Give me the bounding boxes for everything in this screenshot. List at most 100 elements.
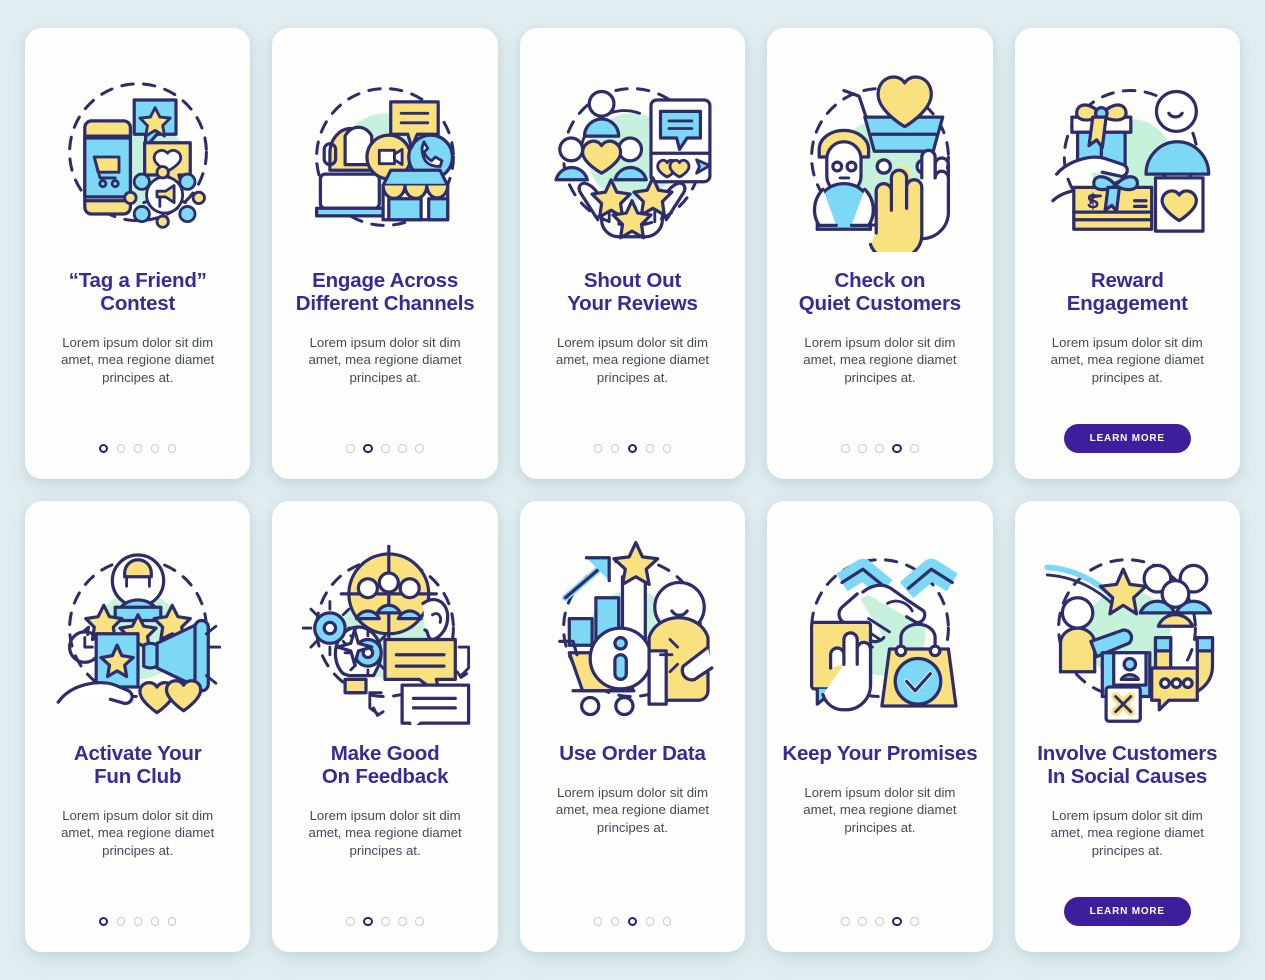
fan-stars-megaphone-hearts-icon: [43, 535, 233, 725]
card-title-line: Use Order Data: [559, 742, 706, 765]
card-title: Engage Across Different Channels: [295, 269, 475, 316]
card-title-line: In Social Causes: [1047, 764, 1208, 788]
pagination-dot[interactable]: [150, 444, 160, 453]
card-footer: [39, 916, 236, 933]
pagination-dot[interactable]: [875, 444, 884, 453]
pagination-dot[interactable]: [841, 917, 850, 926]
card-footer: [781, 443, 978, 460]
card-title: Keep Your Promises: [782, 742, 978, 766]
card-footer: LEARN MORE: [1029, 897, 1226, 932]
card-title-line: Engage Across: [312, 269, 459, 292]
pagination-dot[interactable]: [150, 917, 160, 926]
card-footer: [534, 916, 731, 933]
onboarding-card-check-on-quiet-customers: Check on Quiet Customers Lorem ipsum dolor…: [767, 28, 993, 479]
pagination-dot[interactable]: [610, 444, 620, 453]
card-title-line: Keep Your Promises: [782, 742, 978, 765]
card-title: Activate Your Fun Club: [74, 742, 202, 789]
pagination-dot[interactable]: [167, 917, 177, 926]
card-title-line: “Tag a Friend”: [68, 269, 207, 292]
pagination-dot[interactable]: [346, 444, 355, 453]
pagination-dots: [593, 916, 672, 926]
pagination-dot[interactable]: [610, 917, 620, 926]
pagination-dot[interactable]: [662, 917, 672, 926]
card-description: Lorem ipsum dolor sit dim amet, mea regi…: [61, 334, 215, 385]
pagination-dot[interactable]: [398, 444, 407, 453]
pagination-dot-active[interactable]: [892, 443, 902, 453]
onboarding-card-engage-across-different-channels: Engage Across Different Channels Lorem ips…: [272, 28, 498, 479]
onboarding-card-keep-your-promises: Keep Your Promises Lorem ipsum dolor sit …: [767, 501, 993, 952]
card-description: Lorem ipsum dolor sit dim amet, mea regi…: [308, 807, 462, 858]
pagination-dot[interactable]: [645, 444, 655, 453]
pagination-dot[interactable]: [167, 444, 177, 453]
card-description: Lorem ipsum dolor sit dim amet, mea regi…: [1050, 334, 1204, 385]
pagination-dot[interactable]: [116, 917, 126, 926]
card-footer: [286, 443, 483, 460]
onboarding-card-activate-your-fun-club: Activate Your Fun Club Lorem ipsum dolor s…: [25, 501, 251, 952]
onboarding-card-involve-customers-in-social-causes: Involve Customers In Social Causes Lorem i…: [1014, 501, 1240, 952]
card-description: Lorem ipsum dolor sit dim amet, mea regi…: [555, 334, 710, 385]
card-title-line: Involve Customers: [1037, 742, 1218, 765]
card-title: Shout Out Your Reviews: [567, 269, 698, 316]
learn-more-button[interactable]: LEARN MORE: [1063, 897, 1191, 926]
pagination-dot-active[interactable]: [98, 443, 109, 453]
pagination-dot[interactable]: [415, 444, 424, 453]
pagination-dot[interactable]: [858, 917, 867, 926]
pagination-dot[interactable]: [910, 444, 919, 453]
quiet-customer-cart-highfive-icon: [785, 62, 975, 252]
card-title-line: On Feedback: [321, 764, 449, 788]
card-title-line: Your Reviews: [567, 291, 698, 315]
handshake-oath-verified-bag-icon: [785, 535, 975, 725]
card-description: Lorem ipsum dolor sit dim amet, mea regi…: [61, 807, 215, 858]
pagination-dot[interactable]: [133, 917, 143, 926]
card-description: Lorem ipsum dolor sit dim amet, mea regi…: [308, 334, 462, 385]
card-footer: LEARN MORE: [1029, 424, 1226, 459]
onboarding-card-tag-a-friend-contest: “Tag a Friend” Contest Lorem ipsum dolor s…: [25, 28, 251, 479]
pagination-dot-active[interactable]: [627, 916, 638, 926]
pagination-dot[interactable]: [346, 917, 355, 926]
pagination-dot[interactable]: [875, 917, 884, 926]
learn-more-button[interactable]: LEARN MORE: [1063, 424, 1191, 453]
card-title-line: Reward: [1090, 269, 1164, 292]
pagination-dot[interactable]: [133, 444, 143, 453]
pagination-dot-active[interactable]: [363, 916, 373, 926]
pagination-dot[interactable]: [910, 917, 919, 926]
card-title: Make Good On Feedback: [321, 742, 449, 789]
card-title-line: Different Channels: [295, 291, 475, 315]
community-reviews-stars-icon: [537, 62, 727, 252]
pagination-dot-active[interactable]: [892, 916, 902, 926]
card-title-line: Engagement: [1066, 291, 1188, 315]
card-description: Lorem ipsum dolor sit dim amet, mea regi…: [555, 784, 710, 835]
pagination-dot-active[interactable]: [363, 443, 373, 453]
pagination-dots: [98, 916, 177, 926]
growth-chart-info-cart-icon: [537, 535, 727, 725]
phone-cart-megaphone-network-icon: [43, 62, 233, 252]
card-title: Check on Quiet Customers: [799, 269, 961, 316]
onboarding-screens-grid: “Tag a Friend” Contest Lorem ipsum dolor s…: [0, 0, 1265, 980]
pagination-dot[interactable]: [662, 444, 672, 453]
pagination-dot[interactable]: [593, 444, 603, 453]
card-title-line: Contest: [100, 291, 176, 315]
pagination-dots: [346, 443, 424, 453]
pagination-dot[interactable]: [645, 917, 655, 926]
support-agent-channels-store-icon: [290, 62, 480, 252]
pagination-dot[interactable]: [841, 444, 850, 453]
pagination-dot[interactable]: [593, 917, 603, 926]
pagination-dots: [346, 916, 424, 926]
pagination-dot[interactable]: [381, 444, 390, 453]
pagination-dots: [841, 916, 919, 926]
card-title: Use Order Data: [559, 742, 706, 766]
card-footer: [286, 916, 483, 933]
pagination-dot-active[interactable]: [98, 916, 109, 926]
pagination-dot[interactable]: [858, 444, 867, 453]
pagination-dot[interactable]: [398, 917, 407, 926]
social-causes-magnet-community-icon: [1032, 535, 1222, 725]
card-title-line: Shout Out: [583, 269, 682, 292]
pagination-dot[interactable]: [116, 444, 126, 453]
target-audience-listen-reply-icon: [290, 535, 480, 725]
card-title: Reward Engagement: [1066, 269, 1188, 316]
pagination-dot[interactable]: [415, 917, 424, 926]
pagination-dot-active[interactable]: [627, 443, 638, 453]
pagination-dot[interactable]: [381, 917, 390, 926]
card-description: Lorem ipsum dolor sit dim amet, mea regi…: [803, 784, 957, 835]
card-title-line: Check on: [834, 269, 926, 292]
